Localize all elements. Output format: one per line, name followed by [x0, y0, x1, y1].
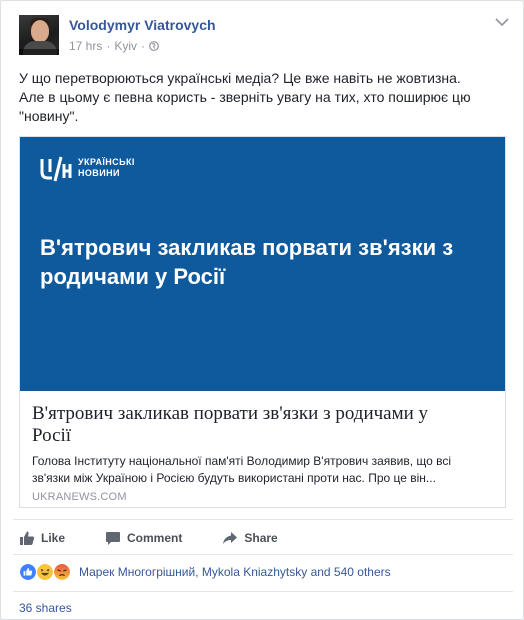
link-description: Голова Інституту національної пам'яті Во… — [32, 453, 492, 487]
ukrainian-news-logo-icon — [40, 156, 72, 182]
author-avatar[interactable] — [19, 15, 59, 55]
post-location[interactable]: Kyiv — [114, 39, 137, 53]
reactions-text[interactable]: Марек Многогрішний, Mykola Kniazhytsky a… — [79, 565, 391, 579]
reactions-summary[interactable]: Марек Многогрішний, Mykola Kniazhytsky a… — [19, 563, 391, 581]
comment-bubble-icon — [106, 532, 121, 545]
link-description-line: Голова Інституту національної пам'яті Во… — [32, 454, 452, 468]
comment-label: Comment — [127, 531, 183, 545]
angry-reaction-icon — [53, 563, 71, 581]
share-button[interactable]: Share — [222, 530, 278, 546]
shares-count[interactable]: 36 shares — [19, 601, 72, 615]
post-time[interactable]: 17 hrs — [69, 39, 102, 53]
action-bar: Like Comment Share — [19, 527, 318, 549]
post-meta: 17 hrs · Kyiv · — [69, 39, 159, 53]
link-title-line: В'ятрович закликав порвати зв'язки з род… — [32, 403, 429, 424]
post-text-line: "новину". — [19, 108, 79, 124]
like-button[interactable]: Like — [19, 530, 65, 546]
logo-text: УКРАЇНСЬКІ НОВИНИ — [78, 157, 135, 179]
meta-separator: · — [106, 39, 111, 53]
author-name[interactable]: Volodymyr Viatrovych — [69, 17, 216, 33]
post-text-line: У що перетворюються українські медіа? Це… — [19, 70, 461, 86]
thumbs-up-icon — [20, 531, 35, 545]
post-card: Volodymyr Viatrovych 17 hrs · Kyiv · У щ… — [0, 0, 524, 620]
link-title-line: Росії — [32, 425, 72, 446]
share-label: Share — [244, 531, 278, 545]
shared-link-card[interactable]: УКРАЇНСЬКІ НОВИНИ В'ятрович закликав пор… — [19, 136, 506, 508]
meta-separator: · — [141, 39, 146, 53]
banner-headline-line: В'ятрович закликав порвати зв'язки з — [40, 235, 454, 260]
like-label: Like — [41, 531, 66, 545]
link-preview-image[interactable]: УКРАЇНСЬКІ НОВИНИ В'ятрович закликав пор… — [20, 137, 505, 391]
logo-text-line: УКРАЇНСЬКІ — [78, 157, 135, 167]
banner-headline-line: родичами у Росії — [40, 264, 226, 289]
link-domain: UKRANEWS.COM — [32, 491, 127, 503]
chevron-down-icon[interactable] — [495, 17, 509, 27]
comment-button[interactable]: Comment — [105, 530, 182, 546]
logo-text-line: НОВИНИ — [78, 168, 120, 178]
divider — [13, 554, 513, 555]
reaction-icons[interactable] — [19, 563, 73, 581]
link-description-line: зв'язки між Україною і Росією будуть вик… — [32, 471, 436, 485]
share-arrow-icon — [223, 532, 238, 544]
public-globe-icon[interactable] — [149, 41, 159, 51]
post-text: У що перетворюються українські медіа? Це… — [19, 69, 509, 126]
link-title[interactable]: В'ятрович закликав порвати зв'язки з род… — [32, 403, 492, 447]
haha-reaction-icon — [36, 563, 54, 581]
post-text-line: Але в цьому є певна користь - зверніть у… — [19, 89, 471, 105]
link-card-body[interactable]: В'ятрович закликав порвати зв'язки з род… — [20, 391, 505, 507]
divider — [13, 519, 513, 520]
divider — [13, 591, 513, 592]
like-reaction-icon — [19, 563, 37, 581]
banner-headline: В'ятрович закликав порвати зв'язки з род… — [40, 233, 460, 291]
